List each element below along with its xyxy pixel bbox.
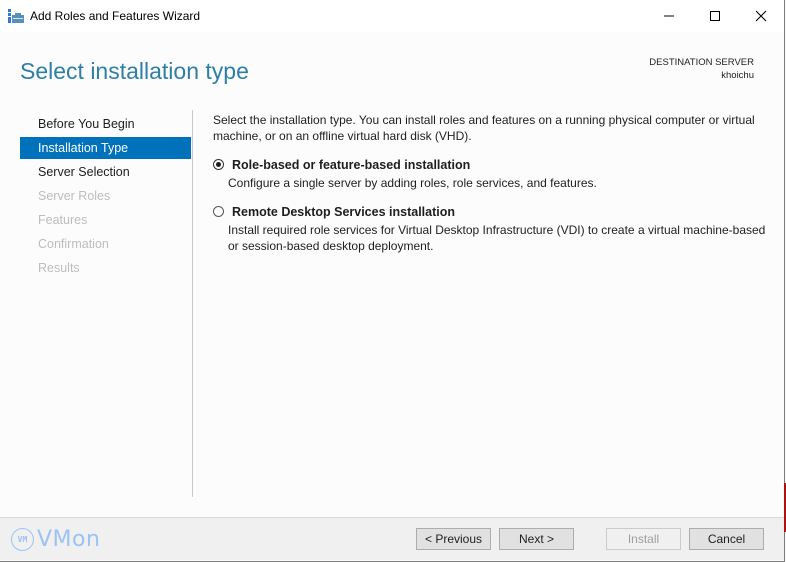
next-button[interactable]: Next > [499,528,574,550]
minimize-icon [664,15,674,17]
nav-step-confirmation: Confirmation [38,237,109,251]
install-button: Install [606,528,681,550]
nav-step-results: Results [38,261,80,275]
intro-text: Select the installation type. You can in… [213,113,755,143]
option-description: Configure a single server by adding role… [228,176,597,190]
close-button[interactable] [738,0,784,32]
maximize-button[interactable] [692,0,738,32]
vmon-watermark: VM VMon [11,527,100,552]
wizard-step-nav: Before You Begin Installation Type Serve… [20,113,191,281]
vmon-logo-text: VMon [37,527,101,552]
wizard-footer: VM VMon < Previous Next > Install Cancel [0,518,784,560]
option-role-based[interactable]: Role-based or feature-based installation… [213,158,773,191]
title-bar[interactable]: Add Roles and Features Wizard [0,0,784,32]
previous-button[interactable]: < Previous [416,528,491,550]
close-icon [755,10,767,22]
option-remote-desktop[interactable]: Remote Desktop Services installation Ins… [213,205,773,254]
wizard-window: Add Roles and Features Wizard Select ins… [0,0,785,562]
nav-divider [192,110,193,497]
vmon-logo-icon: VM [11,528,34,551]
option-description: Install required role services for Virtu… [228,223,766,253]
nav-step-before-you-begin[interactable]: Before You Begin [20,113,191,135]
destination-server-label: DESTINATION SERVER [649,57,754,68]
cancel-button[interactable]: Cancel [689,528,764,550]
server-manager-icon [8,9,24,23]
option-title[interactable]: Remote Desktop Services installation [232,205,773,219]
nav-step-installation-type[interactable]: Installation Type [20,137,191,159]
minimize-button[interactable] [646,0,692,32]
nav-step-features: Features [38,213,88,227]
wizard-content: Select the installation type. You can in… [213,112,773,254]
nav-step-server-roles: Server Roles [38,189,111,203]
nav-step-server-selection[interactable]: Server Selection [20,161,191,183]
radio-role-based[interactable] [213,159,224,170]
wizard-header: Select installation type DESTINATION SER… [0,32,784,104]
option-title[interactable]: Role-based or feature-based installation [232,158,773,172]
radio-remote-desktop[interactable] [213,206,224,217]
window-title: Add Roles and Features Wizard [30,9,201,23]
page-title: Select installation type [20,58,249,84]
maximize-icon [710,11,720,21]
destination-server-name: khoichu [721,70,754,81]
